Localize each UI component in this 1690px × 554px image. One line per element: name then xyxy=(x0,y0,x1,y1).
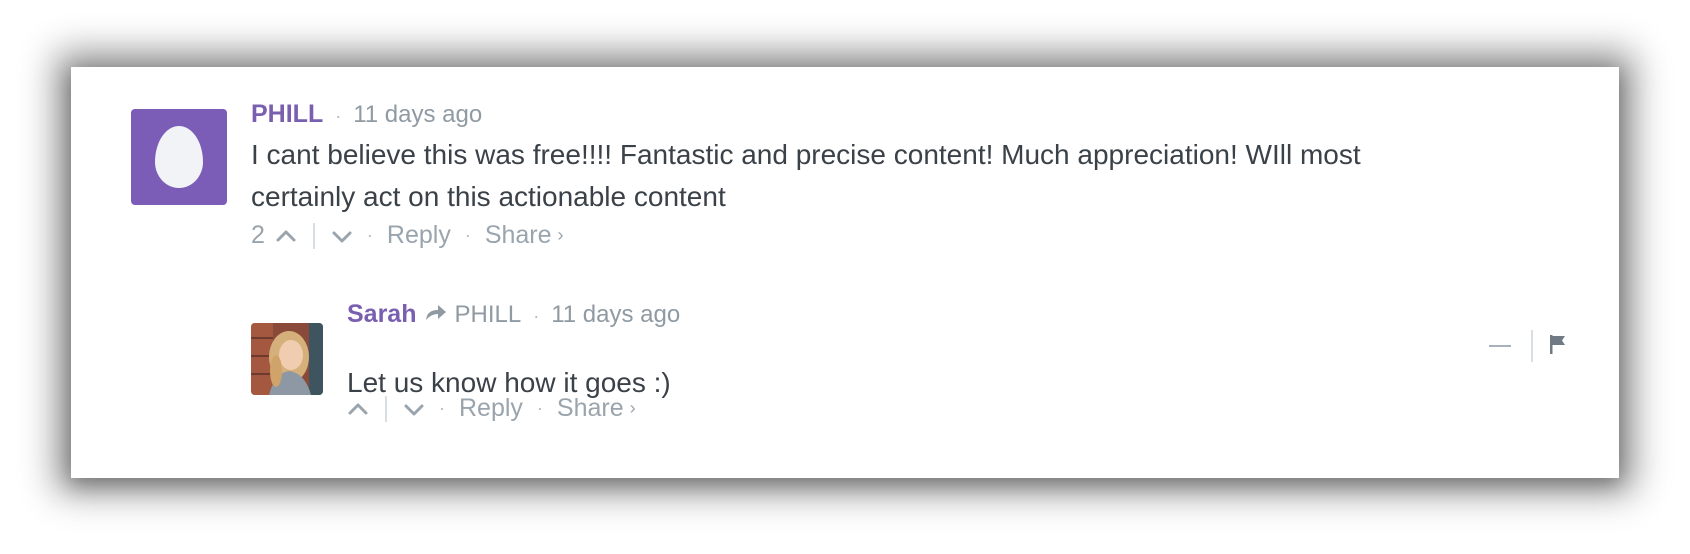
action-separator: · xyxy=(536,398,543,418)
chevron-up-icon[interactable] xyxy=(347,398,369,420)
comment-timestamp[interactable]: 11 days ago xyxy=(353,101,482,129)
comment-body-line: I cant believe this was free!!!! Fantast… xyxy=(251,139,1361,170)
tools-divider xyxy=(1531,330,1533,362)
reply-link[interactable]: Reply xyxy=(387,221,451,250)
share-chevron: › xyxy=(557,225,564,245)
comment-body-line: certainly act on this actionable content xyxy=(251,181,726,212)
share-link[interactable]: Share xyxy=(485,221,552,250)
chevron-up-icon[interactable] xyxy=(275,225,297,247)
reply-author-name[interactable]: Sarah xyxy=(347,300,416,329)
meta-separator: · xyxy=(335,106,342,126)
action-separator: · xyxy=(464,225,471,245)
vote-divider xyxy=(385,395,387,422)
action-separator: · xyxy=(366,225,373,245)
reply-tools xyxy=(1489,330,1567,362)
reply-header: Sarah PHILL · 11 days ago xyxy=(347,300,680,329)
flag-icon[interactable] xyxy=(1549,334,1567,359)
reply-timestamp[interactable]: 11 days ago xyxy=(551,301,680,329)
vote-divider xyxy=(312,222,315,249)
upvote-count: 2 xyxy=(251,221,265,249)
user-avatar-photo[interactable] xyxy=(251,323,323,395)
chevron-down-icon[interactable] xyxy=(331,225,353,247)
reply-target-name[interactable]: PHILL xyxy=(454,301,521,329)
comment-body: I cant believe this was free!!!! Fantast… xyxy=(251,134,1361,218)
share-link[interactable]: Share xyxy=(557,394,624,423)
comment-actions: 2 · Reply · Share › xyxy=(251,221,564,250)
default-avatar[interactable] xyxy=(131,109,227,205)
minus-icon[interactable] xyxy=(1489,345,1511,347)
reply-arrow-icon xyxy=(424,302,448,322)
action-separator: · xyxy=(439,398,445,418)
meta-separator: · xyxy=(533,306,540,326)
comment-author-name[interactable]: PHILL xyxy=(251,100,323,129)
reply-link[interactable]: Reply xyxy=(459,394,523,423)
reply-actions: · Reply · Share › xyxy=(347,394,636,423)
egg-icon xyxy=(155,126,203,188)
comment-header: PHILL · 11 days ago xyxy=(251,100,482,129)
share-chevron: › xyxy=(629,398,636,418)
comment-thread-card: PHILL · 11 days ago I cant believe this … xyxy=(71,67,1619,478)
chevron-down-icon[interactable] xyxy=(403,398,425,420)
